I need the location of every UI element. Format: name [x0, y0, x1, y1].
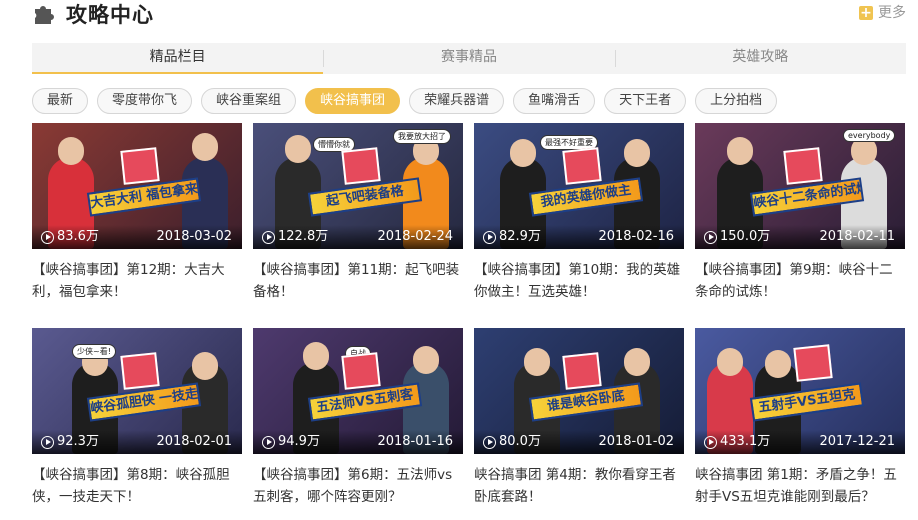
video-card[interactable]: 谁是峡谷卧底 80.0万 2018-01-02 峡谷搞事团 第4期：教你看穿王者… [474, 328, 684, 508]
show-logo [793, 344, 833, 382]
column-filter-bar: 最新 零度带你飞 峡谷重案组 峡谷搞事团 荣耀兵器谱 鱼嘴滑舌 天下王者 上分拍… [32, 88, 786, 114]
video-thumbnail[interactable]: everybody 峡谷十二条命的试炼 150.0万 2018-02-11 [695, 123, 905, 249]
speech-bubble: everybody [843, 129, 896, 142]
show-logo [562, 352, 602, 390]
video-thumbnail[interactable]: 自战 五法师VS五刺客 94.9万 2018-01-16 [253, 328, 463, 454]
publish-date: 2018-02-16 [598, 229, 674, 244]
play-icon [704, 435, 717, 449]
filter-chip-latest[interactable]: 最新 [32, 88, 89, 114]
video-title-link[interactable]: 【峡谷搞事团】第9期：峡谷十二条命的试炼！ [695, 259, 905, 303]
play-icon [704, 230, 717, 244]
video-thumbnail[interactable]: 五射手VS五坦克 433.1万 2017-12-21 [695, 328, 905, 454]
plus-icon: + [859, 5, 873, 21]
play-icon [483, 435, 496, 449]
video-title-link[interactable]: 【峡谷搞事团】第11期：起飞吧装备格！ [253, 259, 463, 303]
publish-date: 2017-12-21 [819, 434, 895, 449]
show-logo [120, 352, 160, 390]
play-icon [483, 230, 496, 244]
host-head [717, 348, 743, 376]
host-head [192, 352, 218, 380]
view-count: 150.0万 [704, 229, 770, 245]
host-head [192, 133, 218, 161]
video-title-link[interactable]: 峡谷搞事团 第4期：教你看穿王者卧底套路！ [474, 464, 684, 508]
view-count: 92.3万 [41, 434, 99, 450]
video-card[interactable]: 五射手VS五坦克 433.1万 2017-12-21 峡谷搞事团 第1期：矛盾之… [695, 328, 905, 508]
host-head [765, 350, 791, 378]
play-icon [41, 230, 54, 244]
filter-chip-kings[interactable]: 天下王者 [604, 88, 687, 114]
video-card[interactable]: everybody 峡谷十二条命的试炼 150.0万 2018-02-11 【峡… [695, 123, 905, 303]
host-head [727, 137, 753, 165]
play-icon [262, 230, 275, 244]
publish-date: 2018-02-11 [819, 229, 895, 244]
video-title-link[interactable]: 【峡谷搞事团】第10期：我的英雄你做主！互选英雄！ [474, 259, 684, 303]
host-head [413, 346, 439, 374]
filter-chip-rank-partners[interactable]: 上分拍档 [695, 88, 778, 114]
host-head [58, 137, 84, 165]
publish-date: 2018-02-01 [156, 434, 232, 449]
host-head [303, 342, 329, 370]
video-card[interactable]: 自战 五法师VS五刺客 94.9万 2018-01-16 【峡谷搞事团】第6期：… [253, 328, 463, 508]
host-head [524, 348, 550, 376]
puzzle-icon [35, 6, 54, 24]
video-title-link[interactable]: 【峡谷搞事团】第6期：五法师vs五刺客，哪个阵容更刚？ [253, 464, 463, 508]
video-thumbnail[interactable]: 少侠~看! 峡谷孤胆侠 一技走天下 92.3万 2018-02-01 [32, 328, 242, 454]
play-icon [262, 435, 275, 449]
tab-featured-columns[interactable]: 精品栏目 [32, 43, 324, 74]
speech-bubble: 我要放大招了 [393, 129, 451, 144]
host-head [624, 348, 650, 376]
view-count: 82.9万 [483, 229, 541, 245]
video-thumbnail[interactable]: 最强不好重要 我的英雄你做主 82.9万 2018-02-16 [474, 123, 684, 249]
video-thumbnail[interactable]: 大吉大利 福包拿来 83.6万 2018-03-02 [32, 123, 242, 249]
video-card[interactable]: 少侠~看! 峡谷孤胆侠 一技走天下 92.3万 2018-02-01 【峡谷搞事… [32, 328, 242, 508]
video-thumbnail[interactable]: 谁是峡谷卧底 80.0万 2018-01-02 [474, 328, 684, 454]
filter-chip-weapons[interactable]: 荣耀兵器谱 [409, 88, 505, 114]
speech-bubble: 少侠~看! [72, 344, 116, 359]
filter-chip-lingdu[interactable]: 零度带你飞 [97, 88, 193, 114]
more-link[interactable]: + 更多 [859, 4, 906, 22]
show-logo [783, 147, 823, 185]
video-title-link[interactable]: 【峡谷搞事团】第12期：大吉大利，福包拿来！ [32, 259, 242, 303]
view-count: 94.9万 [262, 434, 320, 450]
show-logo [341, 352, 381, 390]
play-icon [41, 435, 54, 449]
host-head [510, 139, 536, 167]
publish-date: 2018-01-16 [377, 434, 453, 449]
view-count: 80.0万 [483, 434, 541, 450]
tab-event-highlights[interactable]: 赛事精品 [323, 43, 614, 74]
video-card[interactable]: 大吉大利 福包拿来 83.6万 2018-03-02 【峡谷搞事团】第12期：大… [32, 123, 242, 303]
publish-date: 2018-01-02 [598, 434, 674, 449]
view-count: 122.8万 [262, 229, 328, 245]
video-title-link[interactable]: 【峡谷搞事团】第8期：峡谷孤胆侠，一技走天下！ [32, 464, 242, 508]
section-header: 攻略中心 + 更多 [32, 0, 906, 32]
filter-chip-troublemakers[interactable]: 峡谷搞事团 [305, 88, 401, 114]
video-card[interactable]: 最强不好重要 我的英雄你做主 82.9万 2018-02-16 【峡谷搞事团】第… [474, 123, 684, 303]
view-count: 433.1万 [704, 434, 770, 450]
publish-date: 2018-02-24 [377, 229, 453, 244]
video-card[interactable]: 懵懵你就 我要放大招了 起飞吧装备格 122.8万 2018-02-24 【峡谷… [253, 123, 463, 303]
show-logo [562, 147, 602, 185]
show-logo [120, 147, 160, 185]
tab-hero-guides[interactable]: 英雄攻略 [614, 43, 906, 74]
show-logo [341, 147, 381, 185]
video-title-link[interactable]: 峡谷搞事团 第1期：矛盾之争！五射手VS五坦克谁能刚到最后？ [695, 464, 905, 508]
host-head [285, 135, 311, 163]
video-thumbnail[interactable]: 懵懵你就 我要放大招了 起飞吧装备格 122.8万 2018-02-24 [253, 123, 463, 249]
filter-chip-case-squad[interactable]: 峡谷重案组 [201, 88, 297, 114]
page-title: 攻略中心 [66, 3, 154, 27]
more-label: 更多 [878, 5, 906, 21]
filter-chip-yuzui[interactable]: 鱼嘴滑舌 [513, 88, 596, 114]
publish-date: 2018-03-02 [156, 229, 232, 244]
view-count: 83.6万 [41, 229, 99, 245]
host-head [624, 139, 650, 167]
category-tabs: 精品栏目 赛事精品 英雄攻略 [32, 43, 906, 74]
